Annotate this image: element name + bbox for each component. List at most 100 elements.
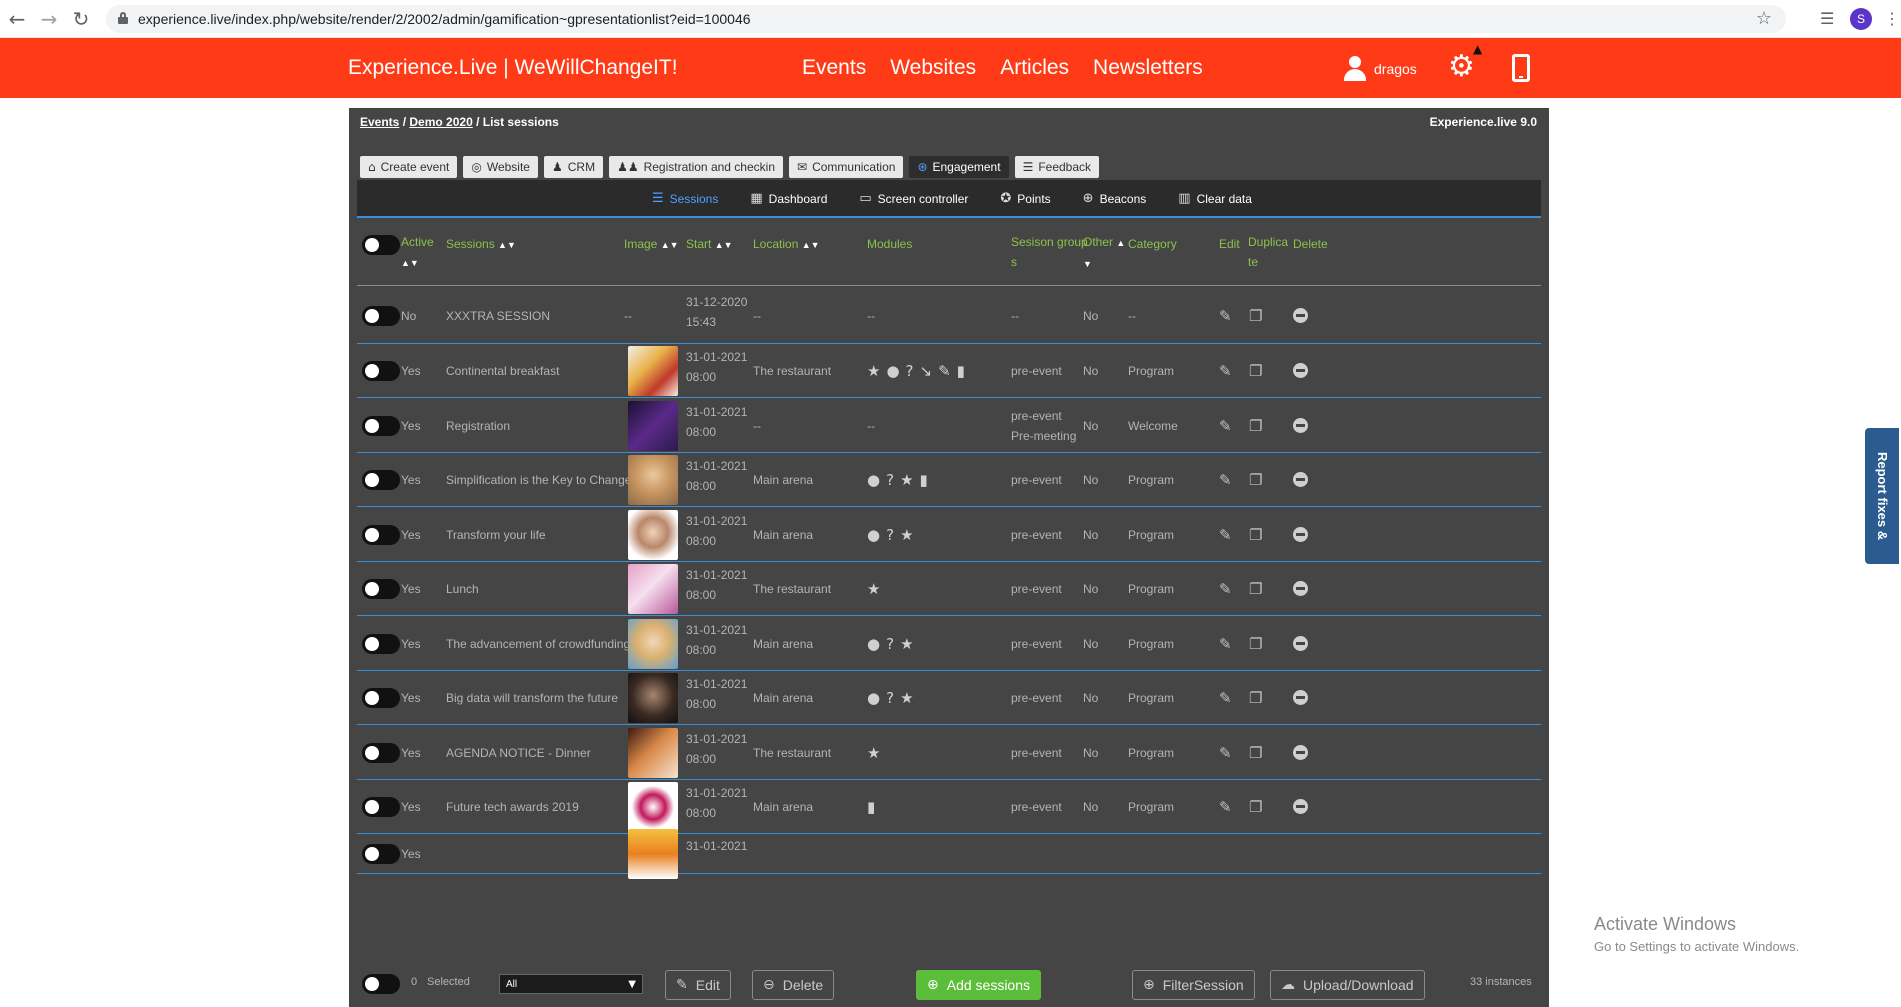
edit-pencil-icon[interactable]: ✎	[1219, 359, 1232, 383]
session-name[interactable]: XXXTRA SESSION	[446, 304, 550, 328]
active-toggle[interactable]	[362, 797, 400, 817]
delete-minus-icon[interactable]	[1293, 472, 1308, 487]
module-icon[interactable]: ★	[867, 741, 880, 765]
delete-minus-icon[interactable]	[1293, 363, 1308, 378]
module-icon[interactable]: ★	[867, 577, 880, 601]
active-toggle[interactable]	[362, 361, 400, 381]
edit-button[interactable]: ✎ Edit	[665, 970, 731, 1000]
edit-pencil-icon[interactable]: ✎	[1219, 741, 1232, 765]
duplicate-icon[interactable]: ❐	[1249, 359, 1262, 383]
nav-events[interactable]: Events	[802, 56, 866, 80]
duplicate-icon[interactable]: ❐	[1249, 632, 1262, 656]
module-icon[interactable]: ★	[900, 468, 913, 492]
module-icon[interactable]: ●	[886, 359, 899, 383]
session-name[interactable]: Simplification is the Key to Change	[446, 468, 631, 492]
edit-pencil-icon[interactable]: ✎	[1219, 304, 1232, 328]
module-icon[interactable]: ▮	[920, 468, 928, 492]
filter-session-button[interactable]: ⊕ FilterSession	[1132, 970, 1255, 1000]
module-icon[interactable]: ▮	[957, 359, 965, 383]
delete-minus-icon[interactable]	[1293, 527, 1308, 542]
reading-list-icon[interactable]: ☰	[1820, 9, 1834, 28]
edit-pencil-icon[interactable]: ✎	[1219, 632, 1232, 656]
reload-icon[interactable]: ↻	[70, 8, 92, 30]
col-sessions[interactable]: Sessions ▲▼	[446, 232, 516, 257]
tab-feedback[interactable]: ☰ Feedback	[1014, 156, 1100, 178]
nav-websites[interactable]: Websites	[890, 56, 976, 80]
module-icon[interactable]: ?	[886, 686, 894, 710]
module-icon[interactable]: ?	[886, 632, 894, 656]
duplicate-icon[interactable]: ❐	[1249, 577, 1262, 601]
module-icon[interactable]: ★	[867, 359, 880, 383]
module-icon[interactable]: ●	[867, 523, 880, 547]
module-icon[interactable]: --	[867, 304, 875, 328]
tab-engagement[interactable]: ⊛ Engagement	[909, 156, 1009, 178]
col-start[interactable]: Start ▲▼	[686, 232, 733, 257]
active-toggle[interactable]	[362, 743, 400, 763]
module-icon[interactable]: ✎	[938, 359, 951, 383]
duplicate-icon[interactable]: ❐	[1249, 414, 1262, 438]
module-icon[interactable]: ?	[906, 359, 914, 383]
active-toggle[interactable]	[362, 416, 400, 436]
bookmark-star-icon[interactable]: ☆	[1756, 8, 1772, 29]
edit-pencil-icon[interactable]: ✎	[1219, 523, 1232, 547]
upload-download-button[interactable]: ☁ Upload/Download	[1270, 970, 1425, 1000]
delete-minus-icon[interactable]	[1293, 636, 1308, 651]
tab-communication[interactable]: ✉ Communication	[789, 156, 904, 178]
subnav-beacons[interactable]: ⊕ Beacons	[1083, 191, 1147, 206]
module-icon[interactable]: ?	[886, 468, 894, 492]
edit-pencil-icon[interactable]: ✎	[1219, 468, 1232, 492]
session-name[interactable]: Registration	[446, 414, 510, 438]
edit-pencil-icon[interactable]: ✎	[1219, 577, 1232, 601]
col-image[interactable]: Image ▲▼	[624, 232, 679, 257]
footer-select-toggle[interactable]	[362, 974, 400, 994]
duplicate-icon[interactable]: ❐	[1249, 686, 1262, 710]
active-toggle[interactable]	[362, 525, 400, 545]
active-toggle[interactable]	[362, 688, 400, 708]
active-toggle[interactable]	[362, 470, 400, 490]
col-other[interactable]: Other ▲ ▼	[1083, 232, 1125, 274]
session-name[interactable]: Transform your life	[446, 523, 546, 547]
breadcrumb-demo[interactable]: Demo 2020	[409, 115, 472, 129]
subnav-points[interactable]: ✪ Points	[1000, 191, 1050, 206]
delete-button[interactable]: ⊖ Delete	[752, 970, 835, 1000]
duplicate-icon[interactable]: ❐	[1249, 304, 1262, 328]
module-icon[interactable]: ★	[900, 523, 913, 547]
edit-pencil-icon[interactable]: ✎	[1219, 686, 1232, 710]
delete-minus-icon[interactable]	[1293, 745, 1308, 760]
session-name[interactable]: The advancement of crowdfunding	[446, 632, 630, 656]
forward-icon[interactable]: →	[38, 8, 60, 30]
add-sessions-button[interactable]: ⊕ Add sessions	[916, 970, 1042, 1000]
brand-title[interactable]: Experience.Live | WeWillChangeIT!	[348, 56, 678, 80]
report-fixes-tab[interactable]: Report fixes & dreams	[1841, 426, 1901, 566]
tab-crm[interactable]: ♟ CRM	[543, 156, 604, 178]
browser-menu-icon[interactable]: ⋮	[1884, 9, 1900, 28]
edit-pencil-icon[interactable]: ✎	[1219, 795, 1232, 819]
mobile-phone-icon[interactable]	[1512, 54, 1530, 82]
profile-avatar[interactable]: S	[1850, 8, 1872, 30]
module-icon[interactable]: ?	[886, 523, 894, 547]
module-icon[interactable]: ●	[867, 468, 880, 492]
module-icon[interactable]: --	[867, 414, 875, 438]
back-icon[interactable]: ←	[6, 8, 28, 30]
tab-registration-and-checkin[interactable]: ♟♟ Registration and checkin	[609, 156, 783, 178]
tab-website[interactable]: ◎ Website	[463, 156, 538, 178]
subnav-dashboard[interactable]: ▦ Dashboard	[750, 191, 827, 206]
bulk-action-select[interactable]: All ▼	[499, 974, 643, 994]
address-bar[interactable]: experience.live/index.php/website/render…	[106, 5, 1786, 33]
delete-minus-icon[interactable]	[1293, 308, 1308, 323]
duplicate-icon[interactable]: ❐	[1249, 741, 1262, 765]
module-icon[interactable]: ★	[900, 686, 913, 710]
duplicate-icon[interactable]: ❐	[1249, 468, 1262, 492]
session-name[interactable]: Big data will transform the future	[446, 686, 618, 710]
subnav-sessions[interactable]: ☰ Sessions	[652, 191, 718, 206]
edit-pencil-icon[interactable]: ✎	[1219, 414, 1232, 438]
module-icon[interactable]: ●	[867, 686, 880, 710]
session-name[interactable]: Lunch	[446, 577, 479, 601]
session-name[interactable]: Future tech awards 2019	[446, 795, 579, 819]
module-icon[interactable]: ●	[867, 632, 880, 656]
nav-newsletters[interactable]: Newsletters	[1093, 56, 1203, 80]
tab-create-event[interactable]: ⌂ Create event	[360, 156, 458, 178]
module-icon[interactable]: ▮	[867, 795, 875, 819]
delete-minus-icon[interactable]	[1293, 418, 1308, 433]
user-menu[interactable]: dragos	[1344, 56, 1417, 82]
